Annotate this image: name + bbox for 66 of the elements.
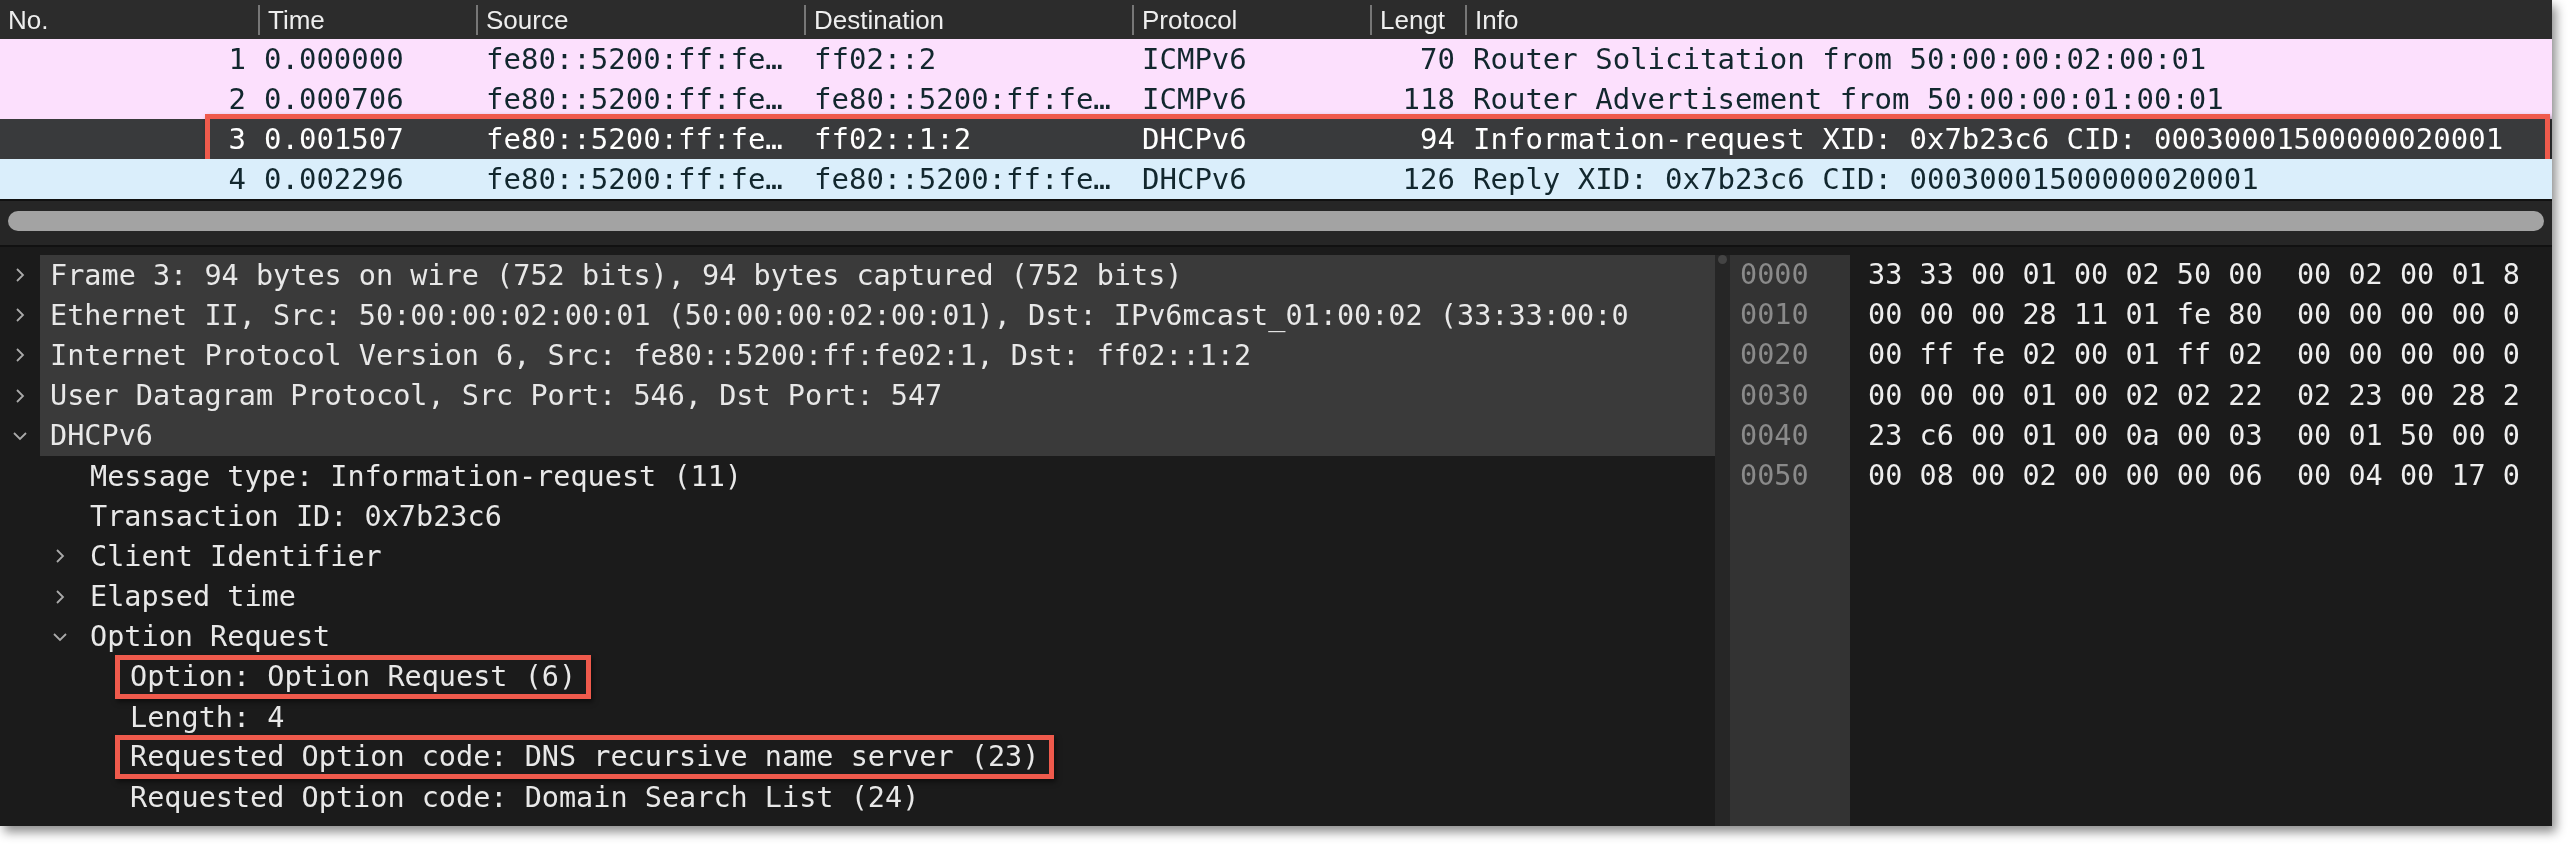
source-cell-text: fe80::5200:ff:fe… (485, 122, 784, 156)
source-cell-text: fe80::5200:ff:fe… (485, 162, 784, 196)
packet-row[interactable]: 4 0.002296 fe80::5200:ff:fe… fe80::5200:ff:fe… DHCPv6 126 Reply XID: 0x7b23c6 CID: 00030001500000020001 (0, 159, 2552, 199)
tree-item[interactable]: Elapsed time (90, 580, 296, 614)
hex-bytes: 00 08 00 02 00 00 00 06 00 04 00 17 0 (1868, 457, 2522, 494)
column-header[interactable]: Info (1465, 4, 2552, 35)
hex-bytes: 23 c6 00 01 00 0a 00 03 00 01 50 00 0 (1868, 417, 2522, 454)
column-header[interactable]: Lengt (1370, 4, 1465, 35)
column-header[interactable]: Time (258, 4, 476, 35)
protocol-cell-text: DHCPv6 (1141, 162, 1248, 196)
destination-cell-text: fe80::5200:ff:fe… (813, 162, 1112, 196)
hex-bytes: 33 33 00 01 00 02 50 00 00 02 00 01 8 (1868, 257, 2522, 293)
offset-text: 0030 (1740, 377, 1810, 414)
protocol-cell-text: DHCPv6 (1141, 122, 1248, 156)
time-cell-text: 0.001507 (263, 122, 405, 156)
protocol-cell-text: ICMPv6 (1141, 82, 1248, 116)
length-cell-text: 126 (1401, 162, 1456, 196)
scrollbar[interactable] (8, 211, 2544, 231)
destination-cell-text: ff02::2 (813, 42, 938, 76)
packet-row[interactable]: 2 0.000706 fe80::5200:ff:fe… fe80::5200:ff:fe… ICMPv6 118 Router Advertisement from 50:00:00:01:00:01 (0, 79, 2552, 119)
tree-item[interactable]: Option: Option Request (6) (130, 659, 577, 693)
number-cell-text: 1 (227, 42, 246, 76)
info-cell-text: Router Advertisement from 50:00:00:01:00:01 (1472, 82, 2225, 116)
hex-bytes: 00 ff fe 02 00 01 ff 02 00 00 00 00 0 (1868, 337, 2522, 374)
offset-text: 0020 (1740, 337, 1810, 374)
tree-item[interactable]: Message type: Information-request (11) (90, 459, 743, 493)
length-cell-text: 94 (1419, 122, 1456, 156)
tree-item[interactable]: Requested Option code: Domain Search List (24) (130, 781, 920, 815)
time-cell-text: 0.000000 (263, 42, 405, 76)
info-cell-text: Information-request XID: 0x7b23c6 CID: 00030001500000020001 (1472, 122, 2505, 156)
splitter-handle[interactable] (1718, 255, 1727, 264)
protocol-cell-text: ICMPv6 (1141, 42, 1248, 76)
tree-item[interactable]: Internet Protocol Version 6, Src: fe80::5200:ff:fe02:1, Dst: ff02::1:2 (50, 338, 1252, 372)
hex-bytes: 00 00 00 01 00 02 02 22 02 23 00 28 2 (1868, 377, 2522, 414)
info-cell-text: Reply XID: 0x7b23c6 CID: 00030001500000020001 (1472, 162, 2260, 196)
info-cell-text: Router Solicitation from 50:00:00:02:00:01 (1472, 42, 2208, 76)
number-cell-text: 3 (227, 122, 246, 156)
time-cell-text: 0.000706 (263, 82, 405, 116)
offset-text: 0010 (1740, 297, 1810, 334)
tree-item[interactable]: User Datagram Protocol, Src Port: 546, Dst Port: 547 (50, 379, 943, 413)
source-cell-text: fe80::5200:ff:fe… (485, 42, 784, 76)
column-header[interactable]: Source (476, 4, 804, 35)
tree-item[interactable]: Client Identifier (90, 539, 382, 573)
tree-item[interactable]: Requested Option code: DNS recursive name server (23) (130, 740, 1040, 774)
time-cell-text: 0.002296 (263, 162, 405, 196)
tree-item[interactable]: Length: 4 (130, 700, 285, 734)
tree-item[interactable]: Option Request (90, 620, 331, 654)
tree-item[interactable]: Frame 3: 94 bytes on wire (752 bits), 94 bytes captured (752 bits) (50, 258, 1183, 292)
offset-text: 0040 (1740, 417, 1810, 454)
packet-row[interactable]: 1 0.000000 fe80::5200:ff:fe… ff02::2 ICMPv6 70 Router Solicitation from 50:00:00:02:00:01 (0, 39, 2552, 79)
column-header[interactable]: Protocol (1132, 4, 1370, 35)
length-cell-text: 118 (1401, 82, 1456, 116)
tree-item[interactable]: DHCPv6 (50, 419, 153, 453)
column-header[interactable]: Destination (804, 4, 1132, 35)
tree-item[interactable]: Ethernet II, Src: 50:00:00:02:00:01 (50:00:00:02:00:01), Dst: IPv6mcast_01:00:02 (33:33:00:0 (50, 298, 1629, 332)
hex-bytes: 00 00 00 28 11 01 fe 80 00 00 00 00 0 (1868, 297, 2522, 334)
source-cell-text: fe80::5200:ff:fe… (485, 82, 784, 116)
column-header[interactable]: No. (0, 4, 258, 35)
length-cell-text: 70 (1419, 42, 1456, 76)
destination-cell-text: ff02::1:2 (813, 122, 973, 156)
number-cell-text: 4 (227, 162, 246, 196)
offset-text: 0050 (1740, 457, 1810, 494)
number-cell-text: 2 (227, 82, 246, 116)
destination-cell-text: fe80::5200:ff:fe… (813, 82, 1112, 116)
tree-item[interactable]: Transaction ID: 0x7b23c6 (90, 499, 502, 533)
offset-text: 0000 (1740, 257, 1810, 293)
